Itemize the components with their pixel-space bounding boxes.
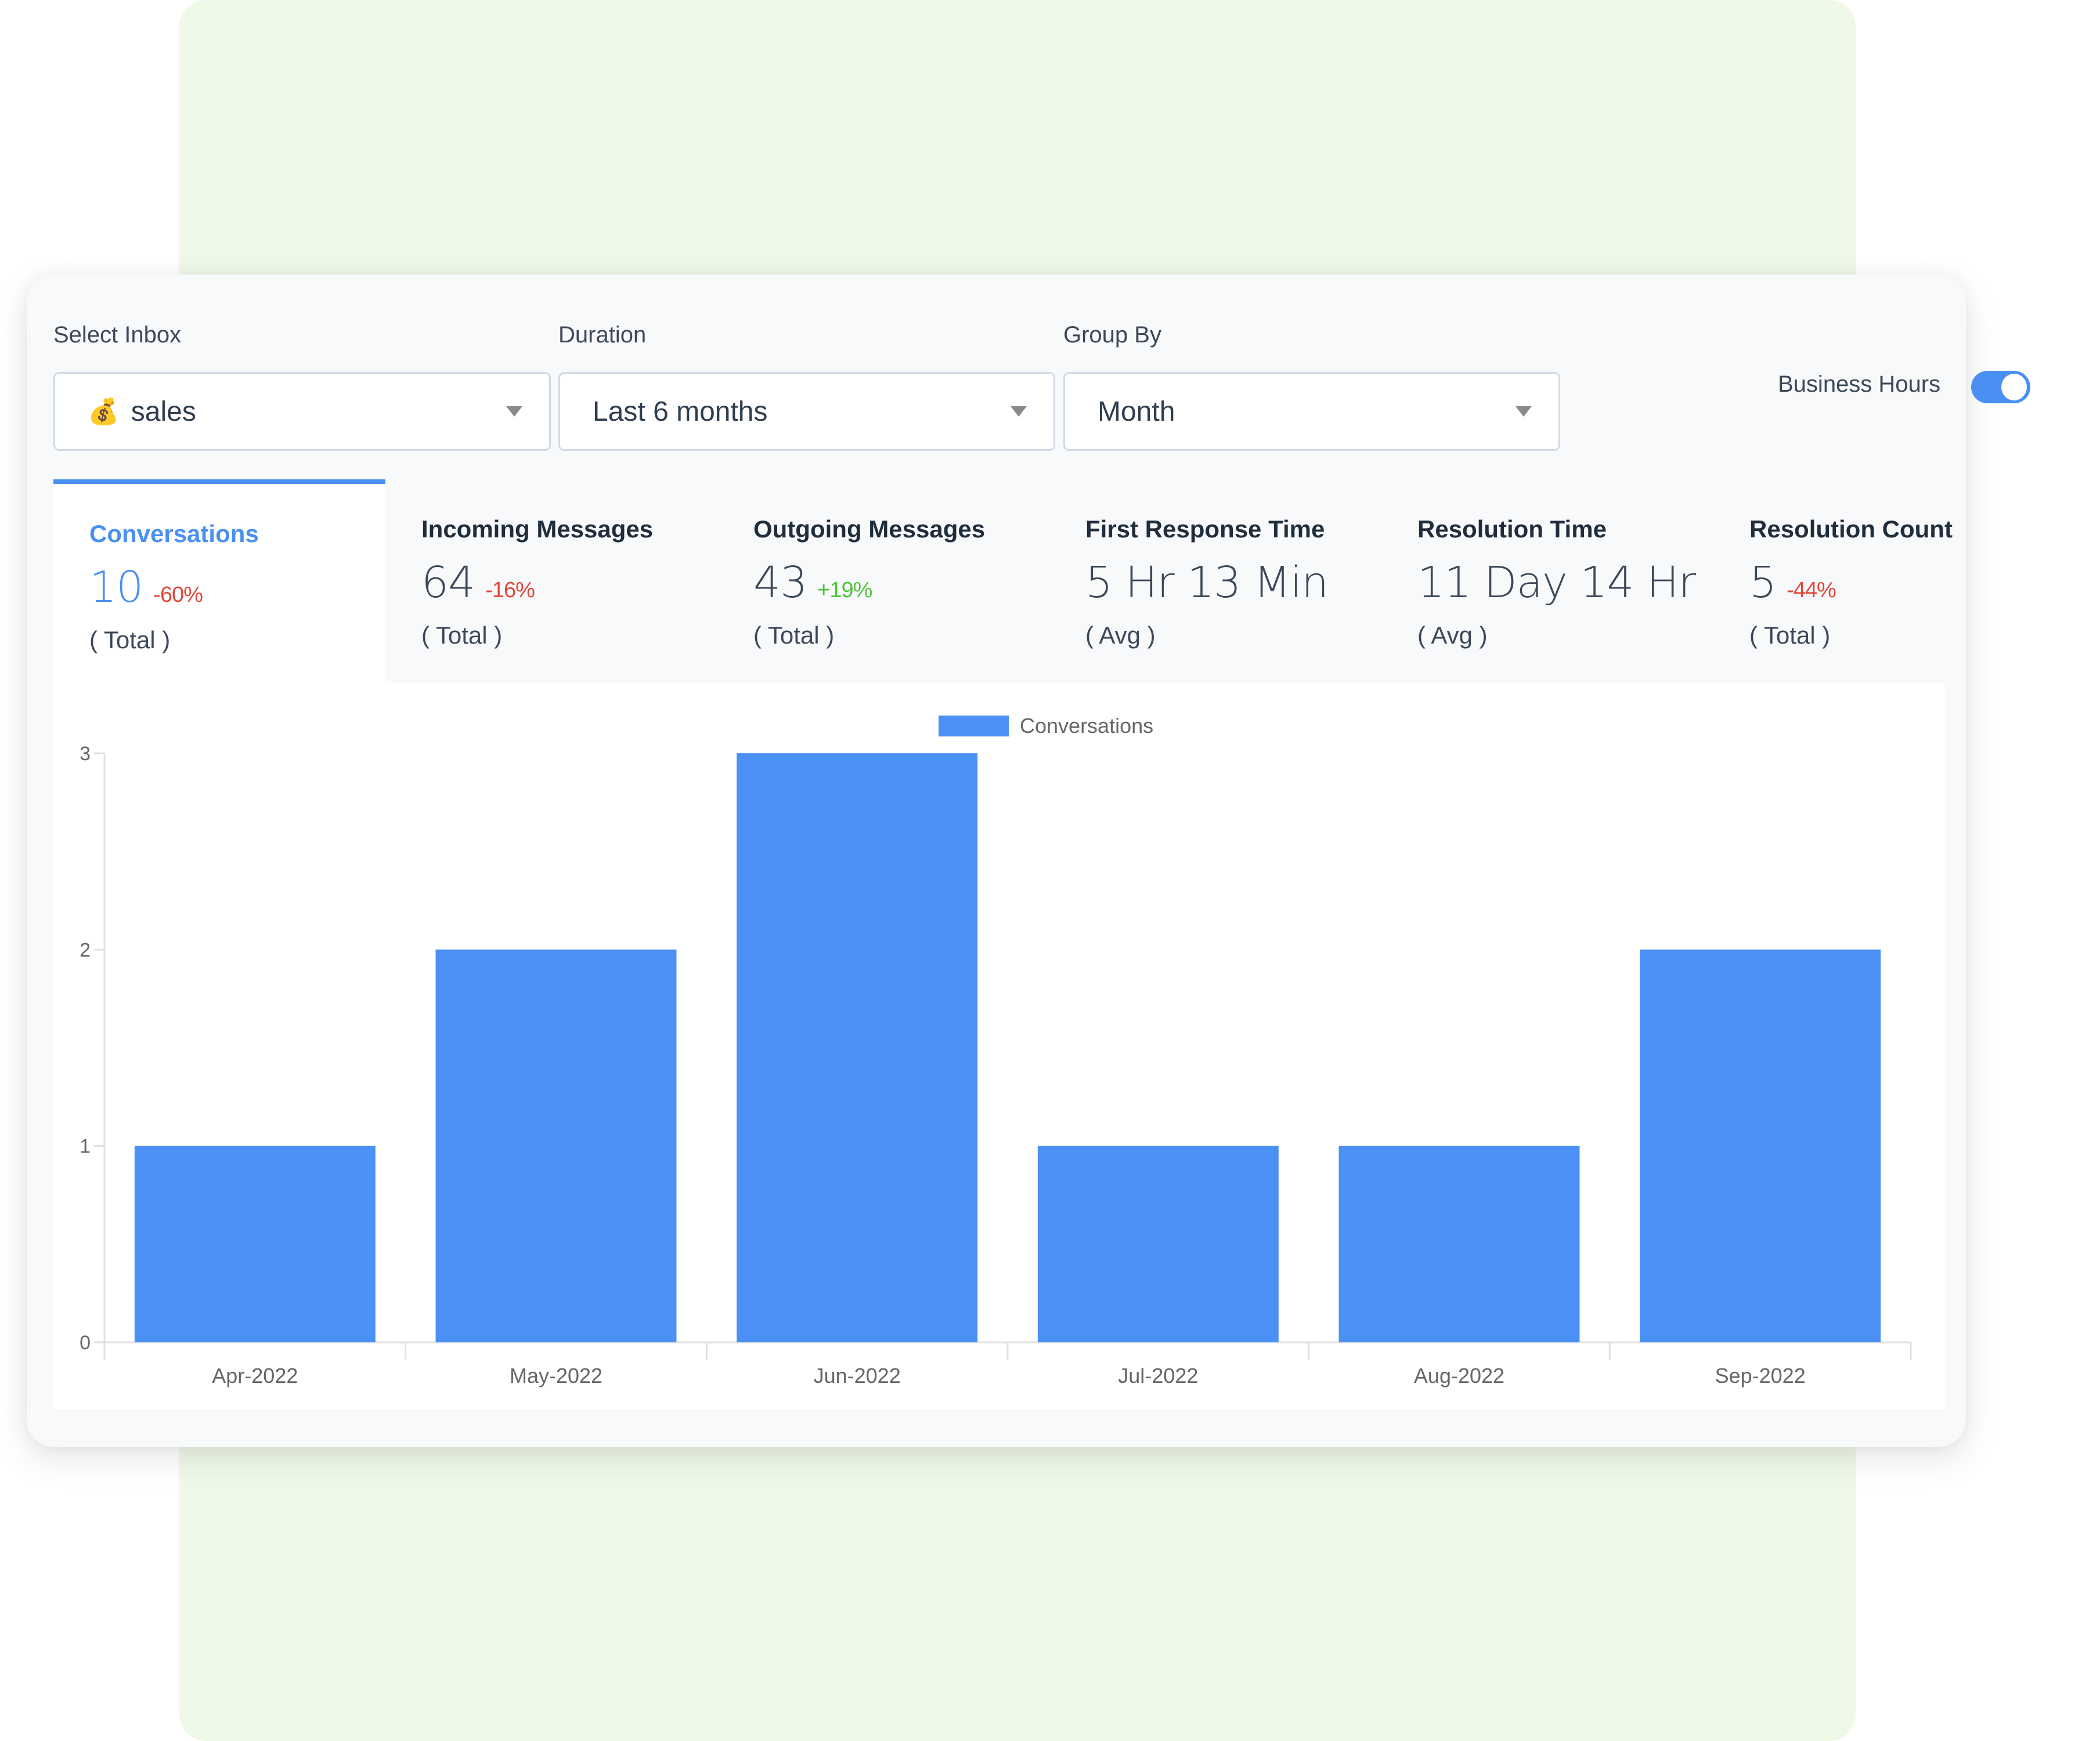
business-hours-toggle[interactable] [1971,371,2030,403]
metric-delta: -44% [1787,578,1836,602]
inbox-label: Select Inbox [53,322,182,348]
money-bag-icon: 💰 [88,398,120,426]
chevron-down-icon [1516,406,1532,417]
bar-jul-2022 [1037,1146,1279,1342]
metric-value: 43 +19% [753,558,872,608]
group-by-label: Group By [1063,322,1161,348]
x-tick-label: Jun-2022 [814,1364,901,1388]
y-tick-label: 2 [80,939,91,961]
metric-value-number: 5 [1749,558,1777,608]
metric-value: 11 Day 14 Hr [1417,558,1706,608]
metric-delta: +19% [817,578,872,602]
metric-unit: ( Total ) [421,622,503,649]
metric-delta: -60% [153,583,203,607]
legend-label: Conversations [1020,714,1153,738]
group-by-select-value: Month [1098,396,1175,427]
metric-value: 5 -44% [1749,558,1836,608]
metric-value-number: 43 [753,558,807,608]
bar-apr-2022 [134,1146,376,1342]
inbox-select[interactable]: 💰 sales [53,372,551,451]
toggle-knob [2001,374,2027,400]
duration-label: Duration [558,322,647,348]
duration-select[interactable]: Last 6 months [558,372,1055,451]
x-tick-label: May-2022 [510,1364,602,1388]
tab-conversations[interactable]: Conversations 10 -60% ( Total ) [53,479,385,683]
metric-value: 64 -16% [421,558,535,608]
tab-outgoing-messages[interactable]: Outgoing Messages 43 +19% ( Total ) [717,479,1049,683]
x-tick-label: Apr-2022 [212,1364,298,1388]
metric-title: Conversations [89,520,259,547]
tab-first-response-time[interactable]: First Response Time 5 Hr 13 Min ( Avg ) [1049,479,1381,683]
chart-panel: 0 1 2 3 Apr-2022 May-2022 Jun-2022 Jul-2022 Aug-… [53,683,1945,1409]
metric-value-number: 5 Hr 13 Min [1085,558,1329,608]
metric-title: Outgoing Messages [753,515,986,543]
metric-value-number: 64 [421,558,475,608]
metric-unit: ( Total ) [89,626,171,653]
chevron-down-icon [506,406,522,417]
metric-tabs: Conversations 10 -60%( Total ) Incoming Mes… [53,479,1953,683]
bar-jun-2022 [737,753,978,1342]
tab-incoming-messages[interactable]: Incoming Messages 64 -16% ( Total ) [385,479,717,683]
business-hours-label: Business Hours [1778,371,1941,397]
chevron-down-icon [1011,406,1027,417]
metric-unit: ( Total ) [1749,622,1831,649]
metric-unit: ( Avg ) [1085,622,1156,649]
metric-title: First Response Time [1085,515,1325,543]
metric-unit: ( Avg ) [1417,622,1488,649]
bar-chart: 0 1 2 3 Apr-2022 May-2022 Jun-2022 Jul-2022 Aug-… [80,714,1912,1388]
metric-value: 5 Hr 13 Min [1085,558,1338,608]
inbox-select-value: sales [131,396,196,427]
bar-aug-2022 [1338,1146,1580,1342]
metric-title: Resolution Time [1417,515,1607,543]
x-tick-label: Jul-2022 [1118,1364,1198,1388]
y-tick-label: 0 [80,1332,91,1354]
y-tick-label: 3 [80,743,91,765]
tab-resolution-time[interactable]: Resolution Time 11 Day 14 Hr ( Avg ) [1381,479,1713,683]
duration-select-value: Last 6 months [593,396,768,427]
metric-value: 10 -60% [89,562,203,612]
metric-title: Resolution Count [1749,515,1953,543]
legend-swatch [939,716,1009,736]
tab-resolution-count[interactable]: Resolution Count 5 -44% ( Total ) [1713,479,2045,683]
group-by-select[interactable]: Month [1063,372,1560,451]
bar-sep-2022 [1640,949,1881,1342]
metric-delta: -16% [485,578,535,602]
bar-may-2022 [435,949,677,1342]
y-tick-label: 1 [80,1136,91,1158]
metric-title: Incoming Messages [421,515,654,543]
metric-value-number: 11 Day 14 Hr [1417,558,1696,608]
metric-value-number: 10 [89,562,143,612]
metric-unit: ( Total ) [753,622,835,649]
x-tick-label: Aug-2022 [1414,1364,1504,1388]
x-tick-label: Sep-2022 [1715,1364,1806,1388]
